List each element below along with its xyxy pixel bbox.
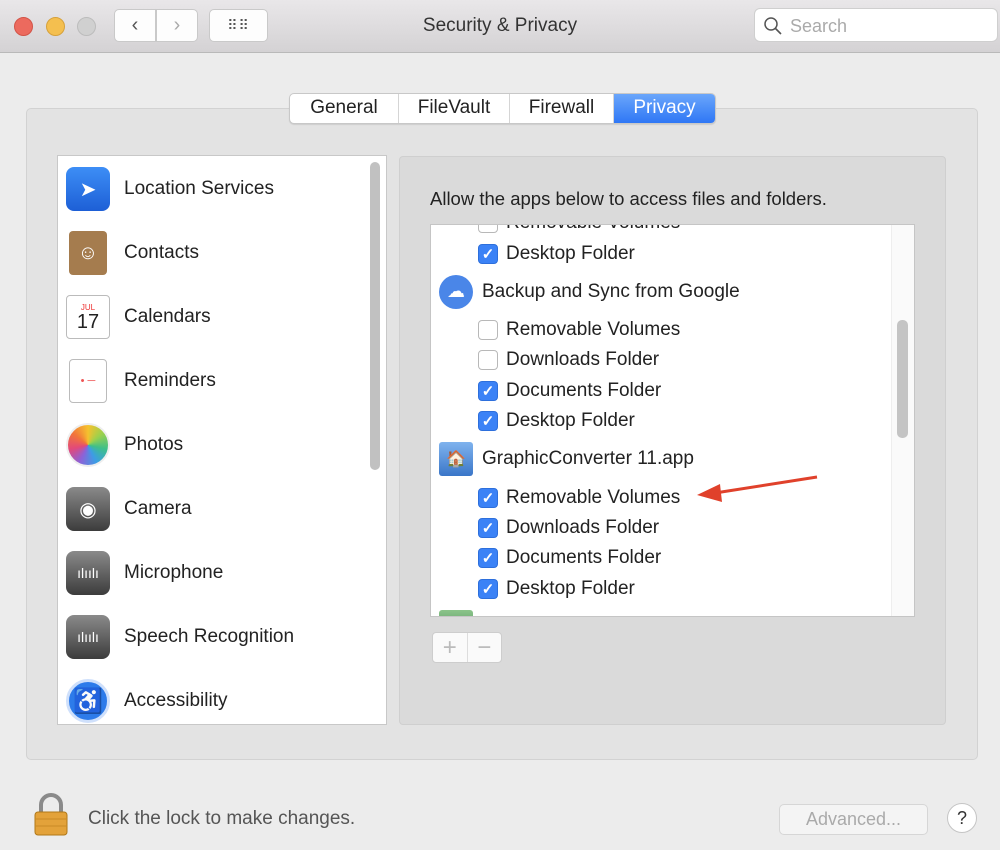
permission-checkbox-row[interactable]: ✓ Removable Volumes xyxy=(431,482,914,512)
remove-button[interactable]: − xyxy=(468,633,502,662)
title-bar: ‹ › ⠿⠿ Security & Privacy Search xyxy=(0,0,1000,53)
accessibility-icon: ♿ xyxy=(66,679,110,723)
cloud-upload-icon: ☁ xyxy=(439,274,473,309)
checkmark-icon: ✓ xyxy=(481,519,495,537)
sidebar-item-label: Contacts xyxy=(124,242,199,263)
row-label: Desktop Folder xyxy=(506,577,635,599)
microphone-waveform-icon: ılıılı xyxy=(66,551,110,595)
checkbox[interactable]: ✓ xyxy=(478,411,498,432)
sidebar-item-label: Reminders xyxy=(124,370,216,391)
row-label: GraphicConverter 11.app xyxy=(482,448,694,470)
app-access-list: Removable Volumes ✓ Desktop Folder ☁ Backup … xyxy=(430,224,915,617)
speech-waveform-icon: ılıılı xyxy=(66,615,110,659)
sidebar-item-label: Location Services xyxy=(124,178,274,199)
photos-flower-icon xyxy=(66,423,110,467)
checkbox[interactable]: ✓ xyxy=(478,517,498,538)
lock-message: Click the lock to make changes. xyxy=(88,808,356,829)
sidebar-item-contacts[interactable]: ☺ Contacts xyxy=(66,221,366,285)
sidebar-item-reminders[interactable]: • ─ Reminders xyxy=(66,349,366,413)
sidebar-item-camera[interactable]: ◉ Camera xyxy=(66,477,366,541)
sidebar-item-label: Microphone xyxy=(124,562,224,583)
tab-filevault[interactable]: FileVault xyxy=(399,94,510,123)
sidebar-item-label: Calendars xyxy=(124,306,211,327)
checkbox[interactable]: ✓ xyxy=(478,548,498,569)
search-placeholder: Search xyxy=(790,16,848,36)
sidebar-item-calendars[interactable]: JUL 17 Calendars xyxy=(66,285,366,349)
contacts-book-icon: ☺ xyxy=(69,231,107,275)
row-label: Documents Folder xyxy=(506,547,662,569)
checkbox[interactable]: ✓ xyxy=(478,243,498,264)
add-button[interactable]: + xyxy=(433,633,468,662)
checkbox[interactable]: ✓ xyxy=(478,578,498,599)
permission-checkbox-row[interactable]: ✓ Documents Folder xyxy=(431,543,914,573)
checkmark-icon: ✓ xyxy=(481,413,495,431)
row-label: Downloads Folder xyxy=(506,516,660,538)
permission-checkbox-row[interactable]: ✓ Documents Folder xyxy=(431,376,914,406)
search-input[interactable]: Search xyxy=(754,8,998,42)
sidebar-item-microphone[interactable]: ılıılı Microphone xyxy=(66,541,366,605)
app-icon xyxy=(439,609,473,616)
advanced-button[interactable]: Advanced... xyxy=(779,804,928,835)
camera-icon: ◉ xyxy=(66,487,110,531)
permission-checkbox-row[interactable]: Removable Volumes xyxy=(431,315,914,345)
tab-firewall[interactable]: Firewall xyxy=(510,94,614,123)
sidebar-item-photos[interactable]: Photos xyxy=(66,413,366,477)
calendar-icon: JUL 17 xyxy=(66,295,110,339)
sidebar-item-speech-recognition[interactable]: ılıılı Speech Recognition xyxy=(66,605,366,669)
checkbox[interactable] xyxy=(478,225,498,234)
row-label: Backup and Sync from Google xyxy=(482,280,740,302)
app-list-scrollbar[interactable] xyxy=(897,320,908,438)
tab-general[interactable]: General xyxy=(290,94,399,123)
row-label: Removable Volumes xyxy=(506,225,680,234)
help-button[interactable]: ? xyxy=(947,803,977,833)
row-label: Removable Volumes xyxy=(506,318,681,340)
checkbox[interactable] xyxy=(478,319,498,340)
checkmark-icon: ✓ xyxy=(481,550,495,568)
permission-checkbox-row[interactable]: ✓ Desktop Folder xyxy=(431,406,914,436)
sidebar-scrollbar[interactable] xyxy=(370,162,380,470)
checkmark-icon: ✓ xyxy=(481,580,495,598)
app-row[interactable]: ☁ Backup and Sync from Google xyxy=(431,269,914,315)
sidebar-item-location-services[interactable]: ➤ Location Services xyxy=(66,157,366,221)
checkmark-icon: ✓ xyxy=(481,382,495,400)
tab-privacy[interactable]: Privacy xyxy=(614,94,715,123)
row-label: Desktop Folder xyxy=(506,410,635,432)
reminders-icon: • ─ xyxy=(69,359,107,403)
permission-checkbox-row[interactable]: ✓ Desktop Folder xyxy=(431,574,914,604)
app-row[interactable] xyxy=(431,604,914,616)
lock-icon[interactable] xyxy=(33,793,69,837)
checkbox[interactable]: ✓ xyxy=(478,487,498,508)
row-label: Desktop Folder xyxy=(506,242,635,264)
row-label: Documents Folder xyxy=(506,379,662,401)
sidebar-item-label: Camera xyxy=(124,498,192,519)
permission-checkbox-row[interactable]: Downloads Folder xyxy=(431,345,914,375)
permission-checkbox-row[interactable]: ✓ Downloads Folder xyxy=(431,513,914,543)
location-arrow-icon: ➤ xyxy=(66,167,110,211)
sidebar-item-label: Speech Recognition xyxy=(124,626,295,647)
row-label: Removable Volumes xyxy=(506,486,681,508)
sidebar-item-accessibility[interactable]: ♿ Accessibility xyxy=(66,669,366,724)
checkbox[interactable]: ✓ xyxy=(478,380,498,401)
privacy-category-list: ➤ Location Services ☺ Contacts JUL 17 Calend… xyxy=(57,155,387,725)
permission-checkbox-row[interactable]: ✓ Desktop Folder xyxy=(431,238,914,268)
tab-bar: General FileVault Firewall Privacy xyxy=(289,93,716,124)
annotation-arrow xyxy=(697,475,818,502)
add-remove-control: + − xyxy=(432,632,502,663)
checkmark-icon: ✓ xyxy=(481,489,495,507)
app-row[interactable]: 🏠 GraphicConverter 11.app xyxy=(431,436,914,482)
panel-description: Allow the apps below to access files and… xyxy=(430,188,827,209)
row-label: Downloads Folder xyxy=(506,349,660,371)
permission-checkbox-row[interactable]: Removable Volumes xyxy=(431,225,914,238)
checkbox[interactable] xyxy=(478,350,498,371)
checkmark-icon: ✓ xyxy=(481,245,495,263)
sidebar-item-label: Photos xyxy=(124,434,184,455)
sidebar-item-label: Accessibility xyxy=(124,690,228,711)
search-icon xyxy=(764,17,782,35)
graphicconverter-icon: 🏠 xyxy=(439,442,473,477)
